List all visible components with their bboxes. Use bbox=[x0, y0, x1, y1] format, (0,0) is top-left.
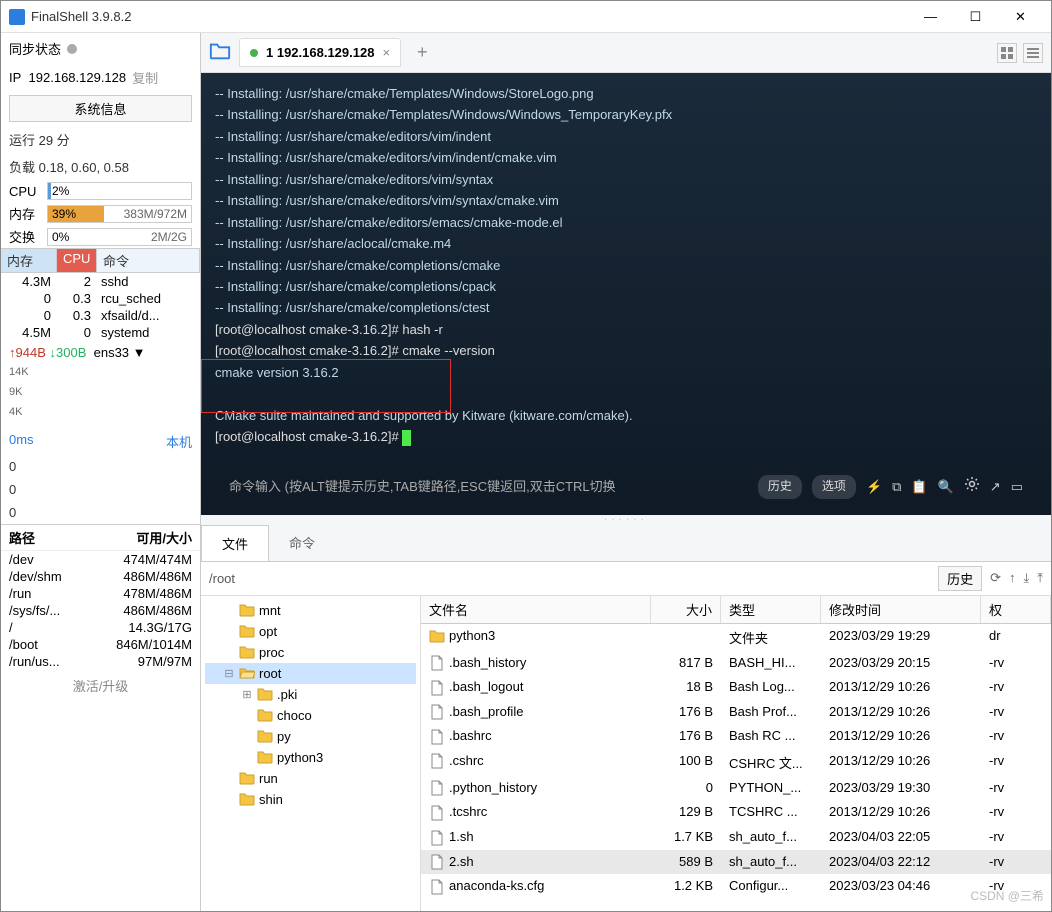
path-row[interactable]: /sys/fs/...486M/486M bbox=[1, 602, 200, 619]
load-label: 负载 0.18, 0.60, 0.58 bbox=[1, 153, 200, 180]
file-row[interactable]: 1.sh1.7 KBsh_auto_f...2023/04/03 22:05-r… bbox=[421, 825, 1051, 850]
file-row[interactable]: .bash_logout18 BBash Log...2013/12/29 10… bbox=[421, 675, 1051, 700]
grid-view-icon[interactable] bbox=[997, 43, 1017, 63]
paste-icon[interactable]: 📋 bbox=[911, 476, 927, 498]
path-row[interactable]: /boot846M/1014M bbox=[1, 636, 200, 653]
path-row[interactable]: /run/us...97M/97M bbox=[1, 653, 200, 670]
mem-bar: 39%383M/972M bbox=[47, 205, 192, 223]
drag-handle[interactable]: ······ bbox=[201, 515, 1051, 525]
window-title: FinalShell 3.9.8.2 bbox=[31, 9, 908, 24]
file-row[interactable]: anaconda-ks.cfg1.2 KBConfigur...2023/03/… bbox=[421, 874, 1051, 899]
ip-label: IP bbox=[9, 70, 21, 85]
ping-target: 本机 bbox=[166, 432, 192, 451]
swap-label: 交换 bbox=[9, 227, 43, 246]
sidebar: 同步状态 IP 192.168.129.128 复制 系统信息 运行 29 分 负… bbox=[1, 33, 201, 911]
command-input[interactable]: 命令输入 (按ALT键提示历史,TAB键路径,ESC键返回,双击CTRL切换 bbox=[229, 476, 748, 497]
refresh-icon[interactable]: ⟳ bbox=[990, 570, 1001, 586]
mem-label: 内存 bbox=[9, 204, 43, 223]
process-row[interactable]: 00.3xfsaild/d... bbox=[1, 307, 200, 324]
tree-item[interactable]: ⊞.pki bbox=[205, 684, 416, 705]
process-header: 内存 CPU 命令 bbox=[1, 248, 200, 273]
path-row[interactable]: /14.3G/17G bbox=[1, 619, 200, 636]
file-row[interactable]: .bash_profile176 BBash Prof...2013/12/29… bbox=[421, 700, 1051, 725]
tree-item[interactable]: python3 bbox=[205, 747, 416, 768]
path-row[interactable]: /dev/shm486M/486M bbox=[1, 568, 200, 585]
filelist-header: 文件名 大小 类型 修改时间 权 bbox=[421, 596, 1051, 624]
minimize-button[interactable]: — bbox=[908, 2, 953, 32]
network-chart: 14K 9K 4K bbox=[9, 366, 192, 426]
file-row[interactable]: .tcshrc129 BTCSHRC ...2013/12/29 10:26-r… bbox=[421, 800, 1051, 825]
sync-status-dot bbox=[67, 44, 77, 54]
history-button[interactable]: 历史 bbox=[758, 475, 802, 499]
tree-item[interactable]: py bbox=[205, 726, 416, 747]
command-bar: 命令输入 (按ALT键提示历史,TAB键路径,ESC键返回,双击CTRL切换 历… bbox=[215, 469, 1037, 505]
network-stats: ↑944B ↓300B ens33 ▼ bbox=[1, 341, 200, 364]
new-tab-button[interactable]: + bbox=[409, 42, 436, 63]
ip-value: 192.168.129.128 bbox=[29, 70, 127, 85]
settings-icon[interactable] bbox=[964, 476, 980, 498]
process-row[interactable]: 00.3rcu_sched bbox=[1, 290, 200, 307]
file-row[interactable]: .python_history0PYTHON_...2023/03/29 19:… bbox=[421, 776, 1051, 801]
swap-bar: 0%2M/2G bbox=[47, 228, 192, 246]
fullscreen-icon[interactable]: ▭ bbox=[1011, 476, 1023, 498]
maximize-button[interactable]: ☐ bbox=[953, 2, 998, 32]
tree-item[interactable]: mnt bbox=[205, 600, 416, 621]
system-info-button[interactable]: 系统信息 bbox=[9, 95, 192, 122]
uptime-label: 运行 29 分 bbox=[1, 126, 200, 153]
file-row[interactable]: .bash_history817 BBASH_HI...2023/03/29 2… bbox=[421, 651, 1051, 676]
options-button[interactable]: 选项 bbox=[812, 475, 856, 499]
file-tree[interactable]: mntoptproc⊟root⊞.pkichocopypython3runshi… bbox=[201, 596, 421, 911]
terminal[interactable]: -- Installing: /usr/share/cmake/Template… bbox=[201, 73, 1051, 515]
external-icon[interactable]: ↗ bbox=[990, 476, 1001, 498]
upload-icon[interactable]: ⤒ bbox=[1037, 570, 1043, 586]
download-icon[interactable]: ⤓ bbox=[1024, 570, 1030, 586]
close-button[interactable]: ✕ bbox=[998, 2, 1043, 32]
tree-item[interactable]: proc bbox=[205, 642, 416, 663]
sync-label: 同步状态 bbox=[9, 39, 61, 58]
status-dot-icon bbox=[250, 49, 258, 57]
path-history-button[interactable]: 历史 bbox=[938, 566, 982, 591]
cpu-label: CPU bbox=[9, 184, 43, 199]
process-row[interactable]: 4.3M2sshd bbox=[1, 273, 200, 290]
ping-value: 0ms bbox=[9, 432, 34, 451]
open-folder-icon[interactable] bbox=[209, 40, 231, 65]
tab-bar: 1 192.168.129.128 × + bbox=[201, 33, 1051, 73]
tab-files[interactable]: 文件 bbox=[201, 525, 269, 561]
file-row[interactable]: .cshrc100 BCSHRC 文...2013/12/29 10:26-rv bbox=[421, 749, 1051, 776]
file-row[interactable]: .bashrc176 BBash RC ...2013/12/29 10:26-… bbox=[421, 724, 1051, 749]
activate-link[interactable]: 激活/升级 bbox=[1, 670, 200, 701]
file-row[interactable]: 2.sh589 Bsh_auto_f...2023/04/03 22:12-rv bbox=[421, 850, 1051, 875]
tree-item[interactable]: run bbox=[205, 768, 416, 789]
cpu-bar: 2% bbox=[47, 182, 192, 200]
watermark: CSDN @三希 bbox=[970, 887, 1044, 904]
tree-item[interactable]: ⊟root bbox=[205, 663, 416, 684]
copy-ip-button[interactable]: 复制 bbox=[132, 68, 158, 87]
path-row[interactable]: /dev474M/474M bbox=[1, 551, 200, 568]
cursor bbox=[402, 430, 411, 446]
tab-commands[interactable]: 命令 bbox=[269, 525, 335, 561]
tab-title: 1 192.168.129.128 bbox=[266, 45, 374, 60]
file-row[interactable]: python3文件夹2023/03/29 19:29dr bbox=[421, 624, 1051, 651]
titlebar: FinalShell 3.9.8.2 — ☐ ✕ bbox=[1, 1, 1051, 33]
bolt-icon[interactable]: ⚡ bbox=[866, 476, 882, 498]
app-icon bbox=[9, 9, 25, 25]
current-path[interactable]: /root bbox=[209, 571, 930, 586]
up-icon[interactable]: ↑ bbox=[1009, 570, 1016, 586]
search-icon[interactable]: 🔍 bbox=[938, 476, 954, 498]
path-row[interactable]: /run478M/486M bbox=[1, 585, 200, 602]
process-row[interactable]: 4.5M0systemd bbox=[1, 324, 200, 341]
connection-tab[interactable]: 1 192.168.129.128 × bbox=[239, 38, 401, 67]
tree-item[interactable]: opt bbox=[205, 621, 416, 642]
tree-item[interactable]: shin bbox=[205, 789, 416, 810]
close-tab-icon[interactable]: × bbox=[382, 45, 390, 60]
copy-icon[interactable]: ⧉ bbox=[892, 476, 901, 498]
list-view-icon[interactable] bbox=[1023, 43, 1043, 63]
tree-item[interactable]: choco bbox=[205, 705, 416, 726]
